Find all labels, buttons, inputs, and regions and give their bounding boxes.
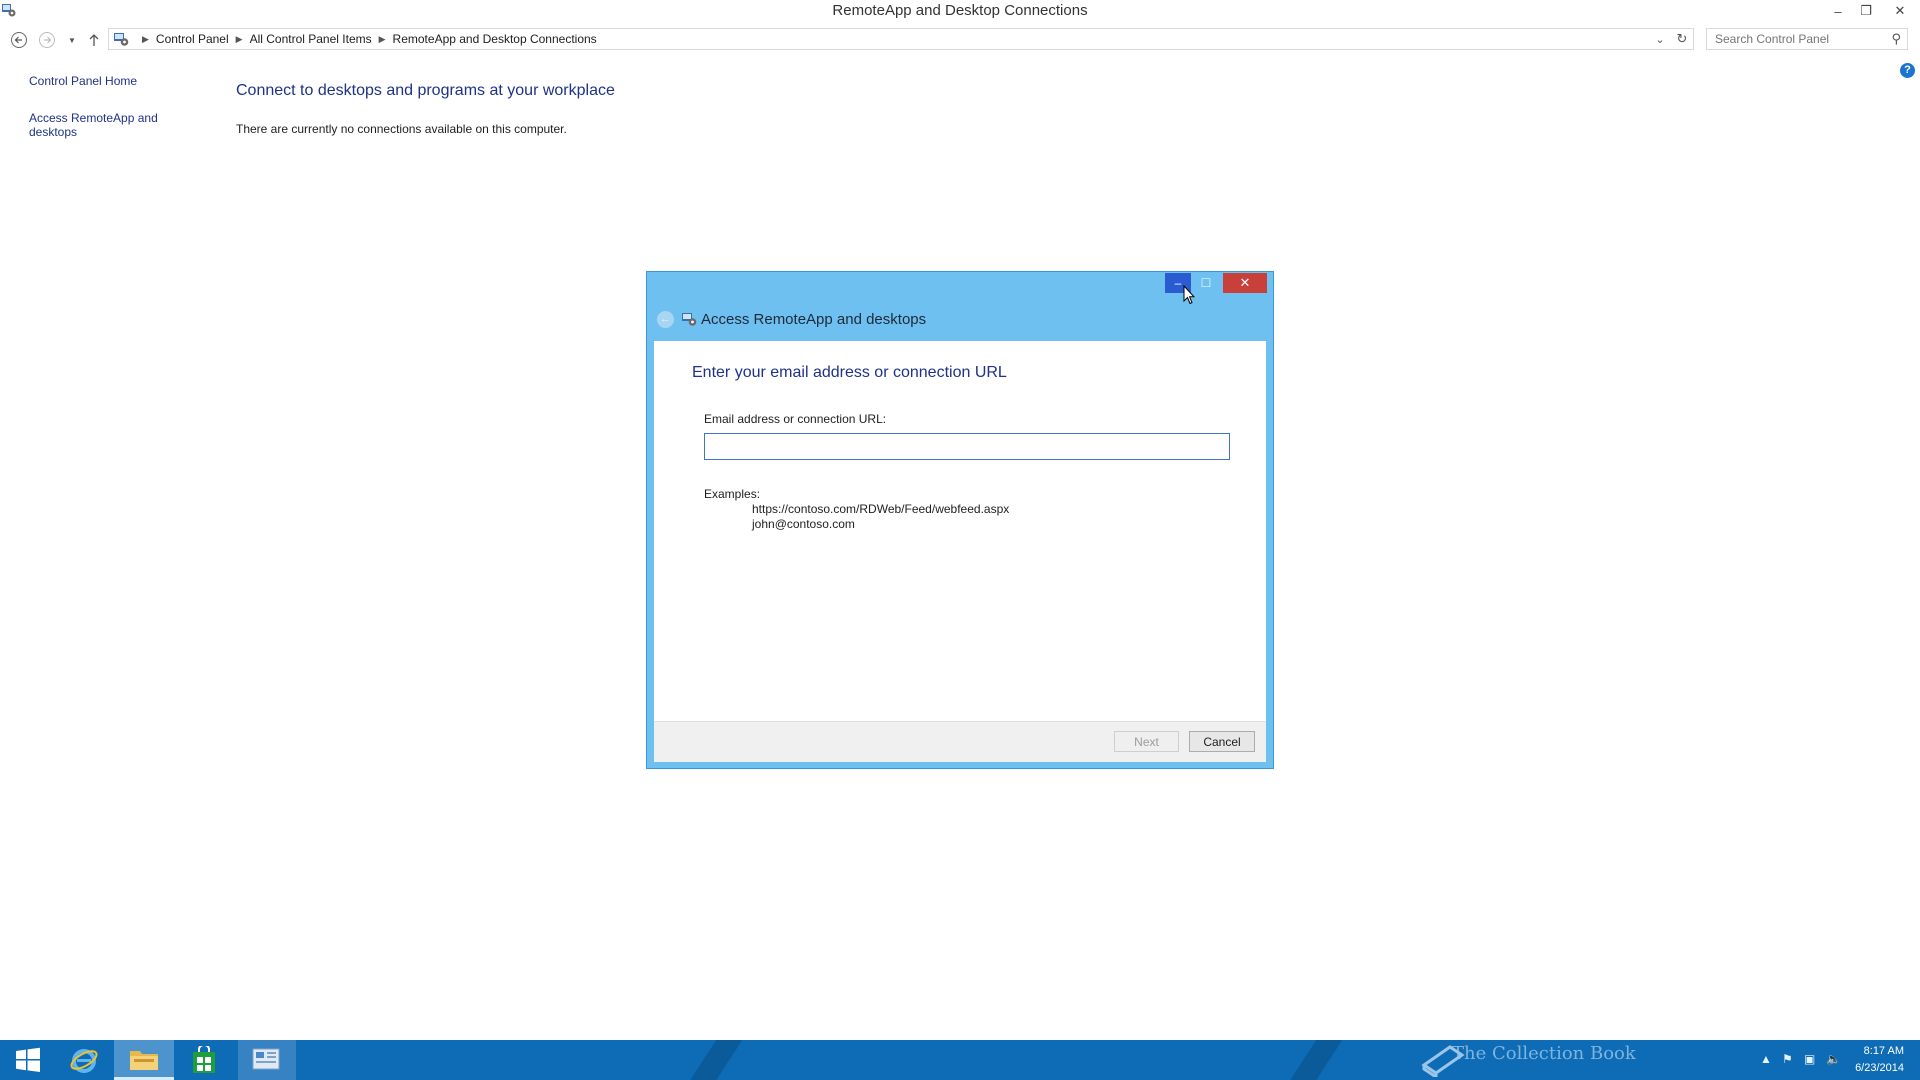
internet-explorer-icon xyxy=(70,1049,98,1073)
example-email: john@contoso.com xyxy=(752,517,855,531)
search-icon[interactable]: ⚲ xyxy=(1891,31,1901,47)
minimize-icon: – xyxy=(1834,3,1842,19)
show-hidden-icons-icon[interactable]: ▲ xyxy=(1760,1052,1772,1066)
search-input[interactable] xyxy=(1713,31,1887,47)
forward-arrow-icon xyxy=(39,32,55,48)
help-icon[interactable]: ? xyxy=(1900,63,1915,78)
up-button[interactable] xyxy=(83,29,105,51)
access-remoteapp-dialog: – ☐ ✕ ← Access RemoteApp and desktops En… xyxy=(646,271,1274,769)
action-center-flag-icon[interactable]: ⚑ xyxy=(1782,1052,1793,1066)
minimize-icon: – xyxy=(1174,276,1182,290)
refresh-icon[interactable]: ↻ xyxy=(1671,31,1693,47)
dialog-footer: Next Cancel xyxy=(654,721,1266,762)
clock-time: 8:17 AM xyxy=(1863,1045,1904,1057)
chevron-down-icon: ▼ xyxy=(68,35,76,45)
search-box[interactable]: ⚲ xyxy=(1706,28,1908,50)
internet-explorer-button[interactable] xyxy=(56,1040,112,1080)
breadcrumb-separator-icon[interactable]: ▶ xyxy=(142,34,149,45)
next-button[interactable]: Next xyxy=(1114,731,1179,752)
window-controls: – ❐ ✕ xyxy=(1824,0,1920,22)
dialog-close-button[interactable]: ✕ xyxy=(1223,273,1267,293)
breadcrumb-all-items[interactable]: All Control Panel Items xyxy=(250,32,372,46)
back-arrow-icon xyxy=(11,32,27,48)
access-remoteapp-link[interactable]: Access RemoteApp and desktops xyxy=(29,111,169,139)
cancel-button[interactable]: Cancel xyxy=(1189,731,1255,752)
folder-icon xyxy=(130,1050,158,1070)
dialog-title: Access RemoteApp and desktops xyxy=(701,310,927,328)
dialog-back-button[interactable]: ← xyxy=(657,310,674,328)
navigation-bar: ▼ ▶ Control Panel ▶ All Control Panel It… xyxy=(0,27,1920,53)
email-or-url-input[interactable] xyxy=(704,433,1230,460)
windows-logo-icon xyxy=(16,1047,40,1072)
close-icon: ✕ xyxy=(1894,3,1906,18)
book-logo-icon xyxy=(1421,1045,1465,1077)
breadcrumb-control-panel[interactable]: Control Panel xyxy=(156,32,229,46)
control-panel-home-link[interactable]: Control Panel Home xyxy=(29,74,169,88)
wallpaper-stripe xyxy=(680,1040,746,1080)
start-button[interactable] xyxy=(0,1040,56,1080)
restore-icon: ❐ xyxy=(1860,3,1872,18)
dialog-window-controls: – ☐ ✕ xyxy=(1165,273,1267,293)
window-title: RemoteApp and Desktop Connections xyxy=(832,2,1088,19)
breadcrumb-remoteapp[interactable]: RemoteApp and Desktop Connections xyxy=(393,32,597,46)
examples-label: Examples: xyxy=(704,487,761,501)
remoteapp-icon xyxy=(682,313,697,326)
back-arrow-icon: ← xyxy=(660,313,671,325)
file-explorer-button[interactable] xyxy=(114,1040,174,1080)
dialog-body: Enter your email address or connection U… xyxy=(654,341,1266,721)
store-button[interactable] xyxy=(176,1040,232,1080)
store-icon xyxy=(193,1046,215,1073)
no-connections-message: There are currently no connections avail… xyxy=(236,122,567,136)
forward-button[interactable] xyxy=(36,29,58,51)
volume-icon[interactable]: 🔈 xyxy=(1826,1052,1841,1066)
restore-button[interactable]: ❐ xyxy=(1852,0,1880,22)
dialog-maximize-button[interactable]: ☐ xyxy=(1193,273,1219,293)
page-heading: Connect to desktops and programs at your… xyxy=(236,82,615,99)
network-icon[interactable]: ▣ xyxy=(1804,1052,1815,1066)
clock-date: 6/23/2014 xyxy=(1855,1062,1904,1074)
breadcrumb-separator-icon[interactable]: ▶ xyxy=(379,34,386,45)
watermark-text: The Collection Book xyxy=(1452,1043,1636,1064)
system-tray: The Collection Book ▲ ⚑ ▣ 🔈 8:17 AM 6/23… xyxy=(1421,1040,1920,1080)
up-arrow-icon xyxy=(89,34,99,46)
taskbar: The Collection Book ▲ ⚑ ▣ 🔈 8:17 AM 6/23… xyxy=(0,1040,1920,1080)
maximize-icon: ☐ xyxy=(1200,276,1212,290)
close-icon: ✕ xyxy=(1239,275,1251,290)
url-field-label: Email address or connection URL: xyxy=(704,412,887,426)
breadcrumb-separator-icon[interactable]: ▶ xyxy=(236,34,243,45)
control-panel-icon xyxy=(252,1048,280,1070)
recent-locations-button[interactable]: ▼ xyxy=(61,29,83,51)
mouse-cursor-icon xyxy=(1183,285,1195,305)
address-dropdown-icon[interactable]: ⌄ xyxy=(1649,33,1671,46)
wallpaper-stripe xyxy=(1280,1040,1346,1080)
window-titlebar: RemoteApp and Desktop Connections – ❐ ✕ xyxy=(0,0,1920,23)
dialog-instruction: Enter your email address or connection U… xyxy=(692,364,1007,381)
address-bar[interactable]: ▶ Control Panel ▶ All Control Panel Item… xyxy=(108,28,1694,50)
close-button[interactable]: ✕ xyxy=(1880,0,1920,22)
minimize-button[interactable]: – xyxy=(1824,0,1852,22)
back-button[interactable] xyxy=(8,29,30,51)
example-url: https://contoso.com/RDWeb/Feed/webfeed.a… xyxy=(752,502,1010,516)
control-panel-icon xyxy=(114,33,129,46)
clock[interactable]: 8:17 AM 6/23/2014 xyxy=(1855,1043,1904,1077)
control-panel-taskbar-button[interactable] xyxy=(238,1040,296,1080)
dialog-header: ← Access RemoteApp and desktops xyxy=(657,309,926,329)
